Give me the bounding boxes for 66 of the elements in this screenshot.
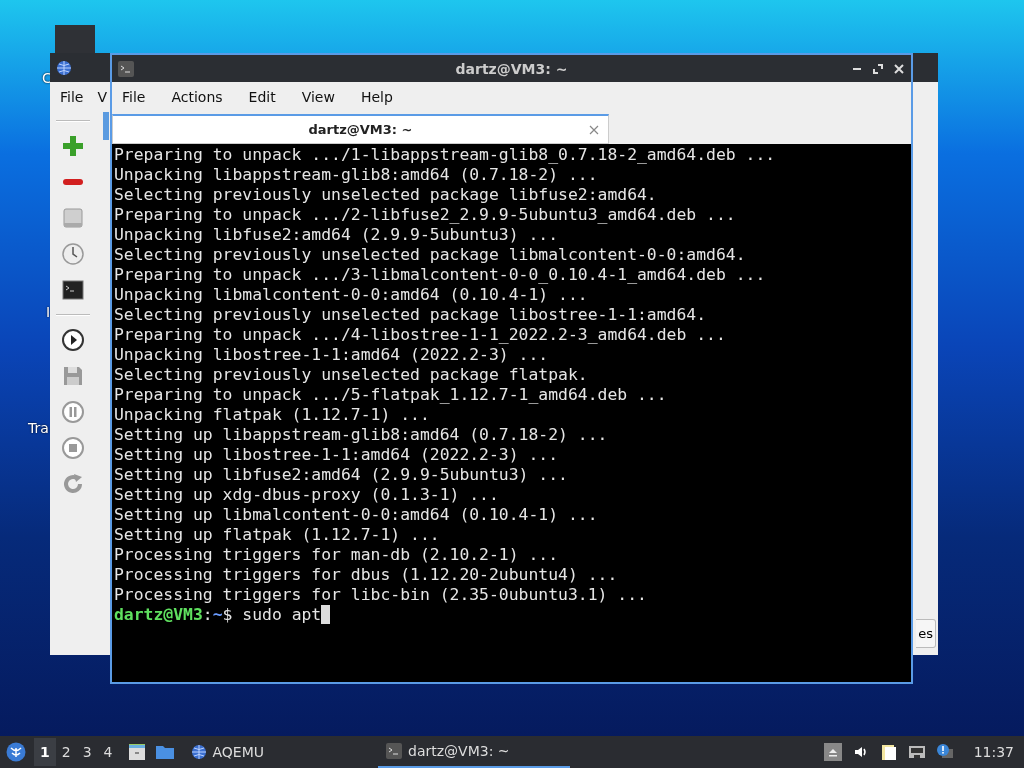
eject-icon[interactable] [823, 743, 842, 761]
output-line: Preparing to unpack .../5-flatpak_1.12.7-1_amd64.deb ... [114, 385, 667, 405]
play-icon[interactable] [61, 328, 85, 352]
dialog-button[interactable]: es [916, 619, 936, 648]
menu-item[interactable]: View [301, 89, 335, 105]
output-line: Selecting previously unselected package libfuse2:amd64. [114, 185, 657, 205]
output-line: Setting up libostree-1-1:amd64 (2022.2-3) ... [114, 445, 559, 465]
output-line: Unpacking libfuse2:amd64 (2.9.9-5ubuntu3) ... [114, 225, 559, 245]
output-line: Setting up libappstream-glib8:amd64 (0.7.18-2) ... [114, 425, 608, 445]
workspace-button[interactable]: 3 [76, 738, 98, 766]
globe-icon [190, 744, 207, 760]
terminal-screen[interactable] [112, 144, 911, 682]
terminal-icon [386, 743, 403, 759]
notification-icon[interactable] [935, 743, 954, 761]
output-line: Setting up flatpak (1.12.7-1) ... [114, 525, 440, 545]
output-line: Unpacking libmalcontent-0-0:amd64 (0.10.4-1) ... [114, 285, 588, 305]
menu-item[interactable]: Actions [171, 89, 223, 105]
text-cursor [321, 605, 331, 624]
command-text: $ sudo apt [222, 605, 322, 625]
menu-item[interactable]: Edit [248, 89, 276, 105]
scrollbar[interactable] [103, 112, 109, 140]
taskbar-button[interactable]: AQEMU [182, 736, 273, 768]
start-menu-icon[interactable] [6, 742, 26, 762]
output-line: Preparing to unpack .../3-libmalcontent-0-0_0.10.4-1_amd64.deb ... [114, 265, 766, 285]
output-line: Setting up libfuse2:amd64 (2.9.9-5ubuntu3) ... [114, 465, 568, 485]
output-line: Selecting previously unselected package libmalcontent-0-0:amd64. [114, 245, 746, 265]
desktop-icon-label[interactable]: I [46, 304, 51, 320]
window-title: dartz@VM3: ~ [455, 60, 568, 77]
output-line: Preparing to unpack .../4-libostree-1-1_2022.2-3_amd64.deb ... [114, 325, 726, 345]
output-line: Unpacking libostree-1-1:amd64 (2022.2-3) ... [114, 345, 549, 365]
terminal-icon[interactable] [61, 278, 85, 302]
output-line: Processing triggers for libc-bin (2.35-0ubuntu3.1) ... [114, 585, 647, 605]
maximize-icon[interactable] [872, 62, 884, 75]
clock-icon[interactable] [61, 242, 85, 266]
terminal-icon [118, 60, 134, 77]
prompt-separator: : [202, 605, 213, 625]
output-line: Selecting previously unselected package flatpak. [114, 365, 588, 385]
prompt-user: dartz@VM3 [114, 605, 203, 625]
output-line: Preparing to unpack .../2-libfuse2_2.9.9-5ubuntu3_amd64.deb ... [114, 205, 736, 225]
menu-item[interactable]: Help [360, 89, 393, 105]
pause-icon[interactable] [61, 400, 85, 424]
workspace-button[interactable]: 2 [55, 738, 77, 766]
network-icon[interactable] [907, 743, 926, 761]
output-line: Selecting previously unselected package libostree-1-1:amd64. [114, 305, 707, 325]
workspace-button[interactable]: 4 [97, 738, 119, 766]
taskbar-button[interactable]: dartz@VM3: ~ [378, 736, 571, 768]
plus-icon[interactable] [61, 134, 85, 158]
menu-item[interactable]: File [60, 89, 84, 105]
clipboard-icon[interactable] [879, 743, 898, 761]
output-line: Preparing to unpack .../1-libappstream-glib8_0.7.18-2_amd64.deb ... [114, 145, 776, 165]
output-line: Setting up libmalcontent-0-0:amd64 (0.10.4-1) ... [114, 505, 598, 525]
output-line: Setting up xdg-dbus-proxy (0.1.3-1) ... [114, 485, 499, 505]
menu-item[interactable]: V [97, 89, 107, 105]
stop-icon[interactable] [61, 436, 85, 460]
workspace-button[interactable]: 1 [34, 738, 56, 766]
output-line: Unpacking libappstream-glib8:amd64 (0.7.18-2) ... [114, 165, 598, 185]
prompt-path: ~ [212, 605, 223, 625]
globe-icon [56, 59, 72, 76]
clock[interactable]: 11:37 [973, 744, 1014, 760]
file-cabinet-icon[interactable] [126, 742, 147, 762]
desktop-icon-label[interactable]: Tra [28, 420, 49, 436]
output-line: Processing triggers for man-db (2.10.2-1) ... [114, 545, 559, 565]
menu-item[interactable]: File [122, 89, 146, 105]
terminal-tab[interactable]: dartz@VM3: ~ [112, 114, 609, 144]
output-line: Unpacking flatpak (1.12.7-1) ... [114, 405, 430, 425]
output-line: Processing triggers for dbus (1.12.20-2ubuntu4) ... [114, 565, 618, 585]
